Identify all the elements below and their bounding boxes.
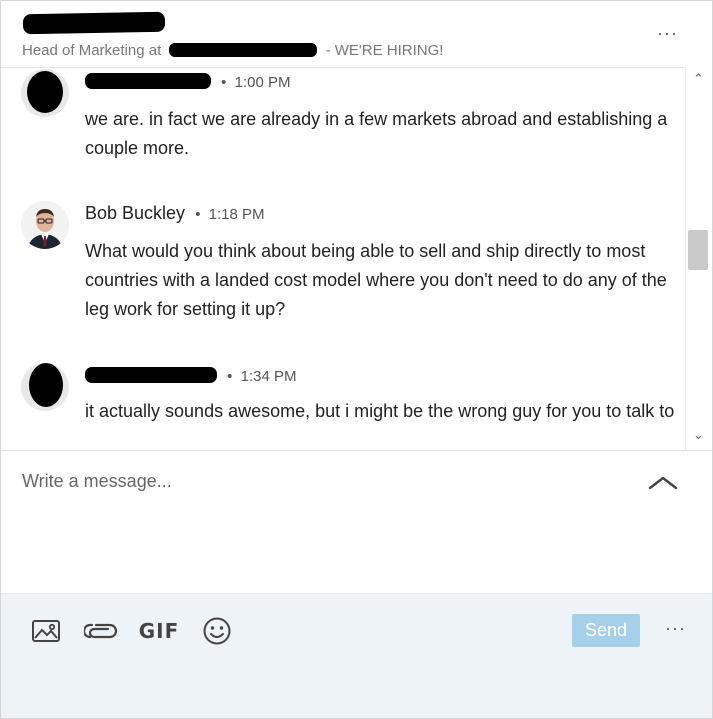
more-options-icon[interactable]: ···	[665, 618, 686, 639]
emoji-icon[interactable]	[200, 614, 234, 648]
redacted-contact-name	[22, 11, 166, 35]
redacted-company	[169, 43, 318, 57]
message-input[interactable]: Write a message...	[22, 471, 172, 492]
sender-name[interactable]: Bob Buckley	[85, 203, 185, 223]
compose-toolbar: GIF Send ···	[1, 593, 712, 718]
scroll-up-icon[interactable]: ⌃	[693, 71, 704, 87]
messaging-window: Head of Marketing at - WE'RE HIRING! ···…	[0, 0, 713, 719]
avatar[interactable]	[21, 69, 69, 117]
contact-headline: Head of Marketing at - WE'RE HIRING!	[22, 42, 443, 59]
message-meta: • 1:00 PM	[85, 73, 290, 91]
scrollbar[interactable]: ⌃ ⌄	[685, 67, 712, 450]
headline-suffix: - WE'RE HIRING!	[325, 42, 444, 59]
message-meta: Bob Buckley • 1:18 PM	[85, 203, 265, 223]
message-text: What would you think about being able to…	[85, 241, 667, 319]
attachment-icon[interactable]	[83, 614, 119, 648]
message-time: 1:18 PM	[208, 206, 265, 223]
avatar[interactable]	[21, 201, 69, 249]
more-options-icon[interactable]: ···	[657, 23, 678, 44]
scroll-down-icon[interactable]: ⌄	[693, 427, 704, 443]
avatar[interactable]	[21, 363, 69, 411]
image-icon[interactable]	[29, 614, 63, 648]
scrollbar-thumb[interactable]	[688, 230, 708, 270]
chevron-up-icon[interactable]	[647, 471, 679, 495]
headline-prefix: Head of Marketing at	[22, 42, 162, 59]
conversation-header: Head of Marketing at - WE'RE HIRING! ···	[1, 1, 712, 68]
send-button[interactable]: Send	[572, 614, 640, 647]
redacted-sender-name	[85, 367, 217, 383]
message-text: we are. in fact we are already in a few …	[85, 109, 668, 158]
gif-button[interactable]: GIF	[139, 614, 179, 648]
message-list[interactable]: • 1:00 PM we are. in fact we are already…	[1, 67, 685, 450]
message-time: 1:00 PM	[234, 74, 291, 91]
message-time: 1:34 PM	[240, 368, 297, 385]
redacted-sender-name	[85, 73, 211, 89]
message-meta: • 1:34 PM	[85, 367, 296, 385]
message-text: it actually sounds awesome, but i might …	[85, 401, 675, 421]
message-compose-area[interactable]: Write a message...	[1, 450, 712, 593]
